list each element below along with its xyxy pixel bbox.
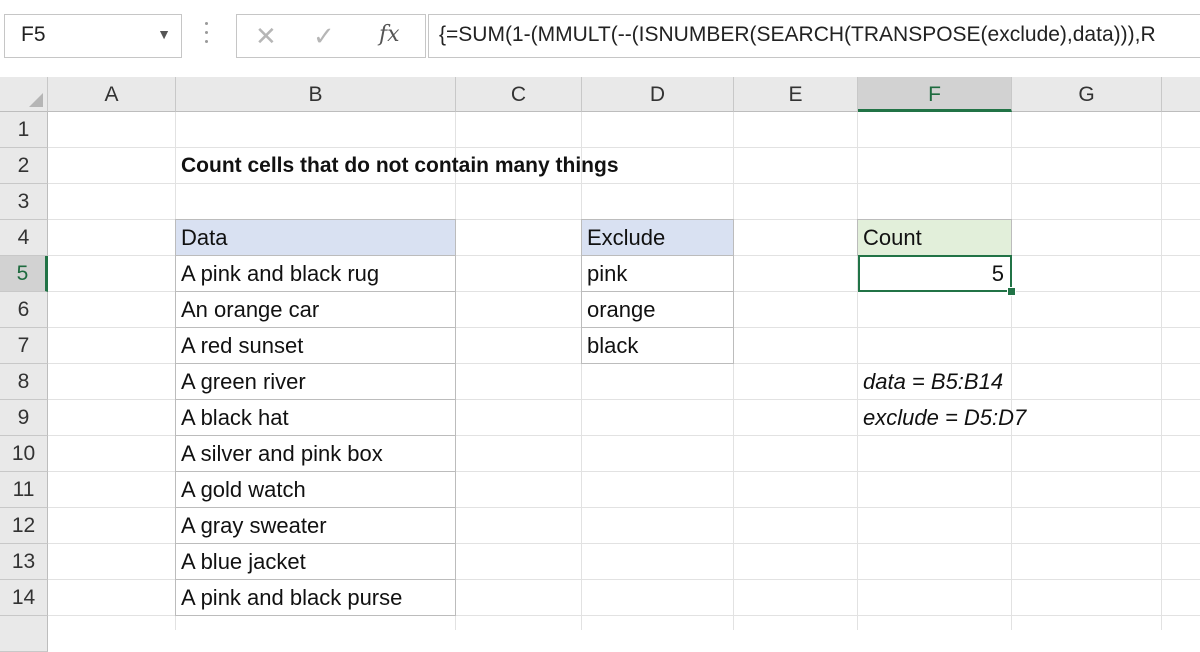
data-cell[interactable]: A gold watch (175, 471, 456, 508)
select-all-button[interactable] (0, 77, 48, 112)
row-header-4[interactable]: 4 (0, 220, 48, 256)
formula-input[interactable]: {=SUM(1-(MMULT(--(ISNUMBER(SEARCH(TRANSP… (428, 14, 1200, 58)
data-cell[interactable]: A silver and pink box (175, 435, 456, 472)
column-header-d[interactable]: D (582, 77, 734, 112)
fill-handle[interactable] (1007, 287, 1016, 296)
row-header-8[interactable]: 8 (0, 364, 48, 400)
column-header-g[interactable]: G (1012, 77, 1162, 112)
row-header-11[interactable]: 11 (0, 472, 48, 508)
data-cell[interactable]: A pink and black rug (175, 255, 456, 292)
exclude-cell[interactable]: orange (581, 291, 734, 328)
name-box-value: F5 (21, 23, 46, 46)
count-result-cell[interactable]: 5 (858, 255, 1012, 292)
row-header-9[interactable]: 9 (0, 400, 48, 436)
data-cell[interactable]: A gray sweater (175, 507, 456, 544)
row-header-7[interactable]: 7 (0, 328, 48, 364)
row-header-2[interactable]: 2 (0, 148, 48, 184)
chevron-down-icon[interactable]: ▼ (157, 26, 171, 42)
formula-text: {=SUM(1-(MMULT(--(ISNUMBER(SEARCH(TRANSP… (439, 23, 1156, 46)
column-header-b[interactable]: B (176, 77, 456, 112)
check-icon[interactable]: ✓ (313, 21, 335, 52)
exclude-cell[interactable]: black (581, 327, 734, 364)
column-header-h[interactable] (1162, 77, 1200, 112)
row-header-6[interactable]: 6 (0, 292, 48, 328)
row-header-13[interactable]: 13 (0, 544, 48, 580)
named-range-note[interactable]: exclude = D5:D7 (858, 400, 1026, 436)
row-header-10[interactable]: 10 (0, 436, 48, 472)
formula-buttons: ✕ ✓ fx (236, 14, 426, 58)
data-cell[interactable]: A red sunset (175, 327, 456, 364)
column-header-f[interactable]: F (858, 77, 1012, 112)
data-cell[interactable]: An orange car (175, 291, 456, 328)
column-header-c[interactable]: C (456, 77, 582, 112)
formula-bar: F5 ▼ ✕ ✓ fx {=SUM(1-(MMULT(--(ISNUMBER(S… (0, 0, 1200, 77)
row-header-14[interactable]: 14 (0, 580, 48, 616)
insert-function-icon[interactable]: fx (379, 22, 400, 47)
count-header-cell[interactable]: Count (857, 219, 1012, 256)
sheet-title[interactable]: Count cells that do not contain many thi… (176, 148, 619, 184)
data-cell[interactable]: A black hat (175, 399, 456, 436)
row-header-1[interactable]: 1 (0, 112, 48, 148)
data-cell[interactable]: A pink and black purse (175, 579, 456, 616)
drag-handle-icon[interactable] (205, 22, 209, 52)
exclude-header-cell[interactable]: Exclude (581, 219, 734, 256)
row-header-5[interactable]: 5 (0, 256, 48, 292)
row-header-15[interactable] (0, 616, 48, 652)
exclude-cell[interactable]: pink (581, 255, 734, 292)
name-box[interactable]: F5 ▼ (4, 14, 182, 58)
row-header-12[interactable]: 12 (0, 508, 48, 544)
cancel-icon[interactable]: ✕ (255, 21, 277, 52)
data-cell[interactable]: A blue jacket (175, 543, 456, 580)
column-header-e[interactable]: E (734, 77, 858, 112)
column-header-a[interactable]: A (48, 77, 176, 112)
named-range-note[interactable]: data = B5:B14 (858, 364, 1003, 400)
data-header-cell[interactable]: Data (175, 219, 456, 256)
row-header-3[interactable]: 3 (0, 184, 48, 220)
data-cell[interactable]: A green river (175, 363, 456, 400)
